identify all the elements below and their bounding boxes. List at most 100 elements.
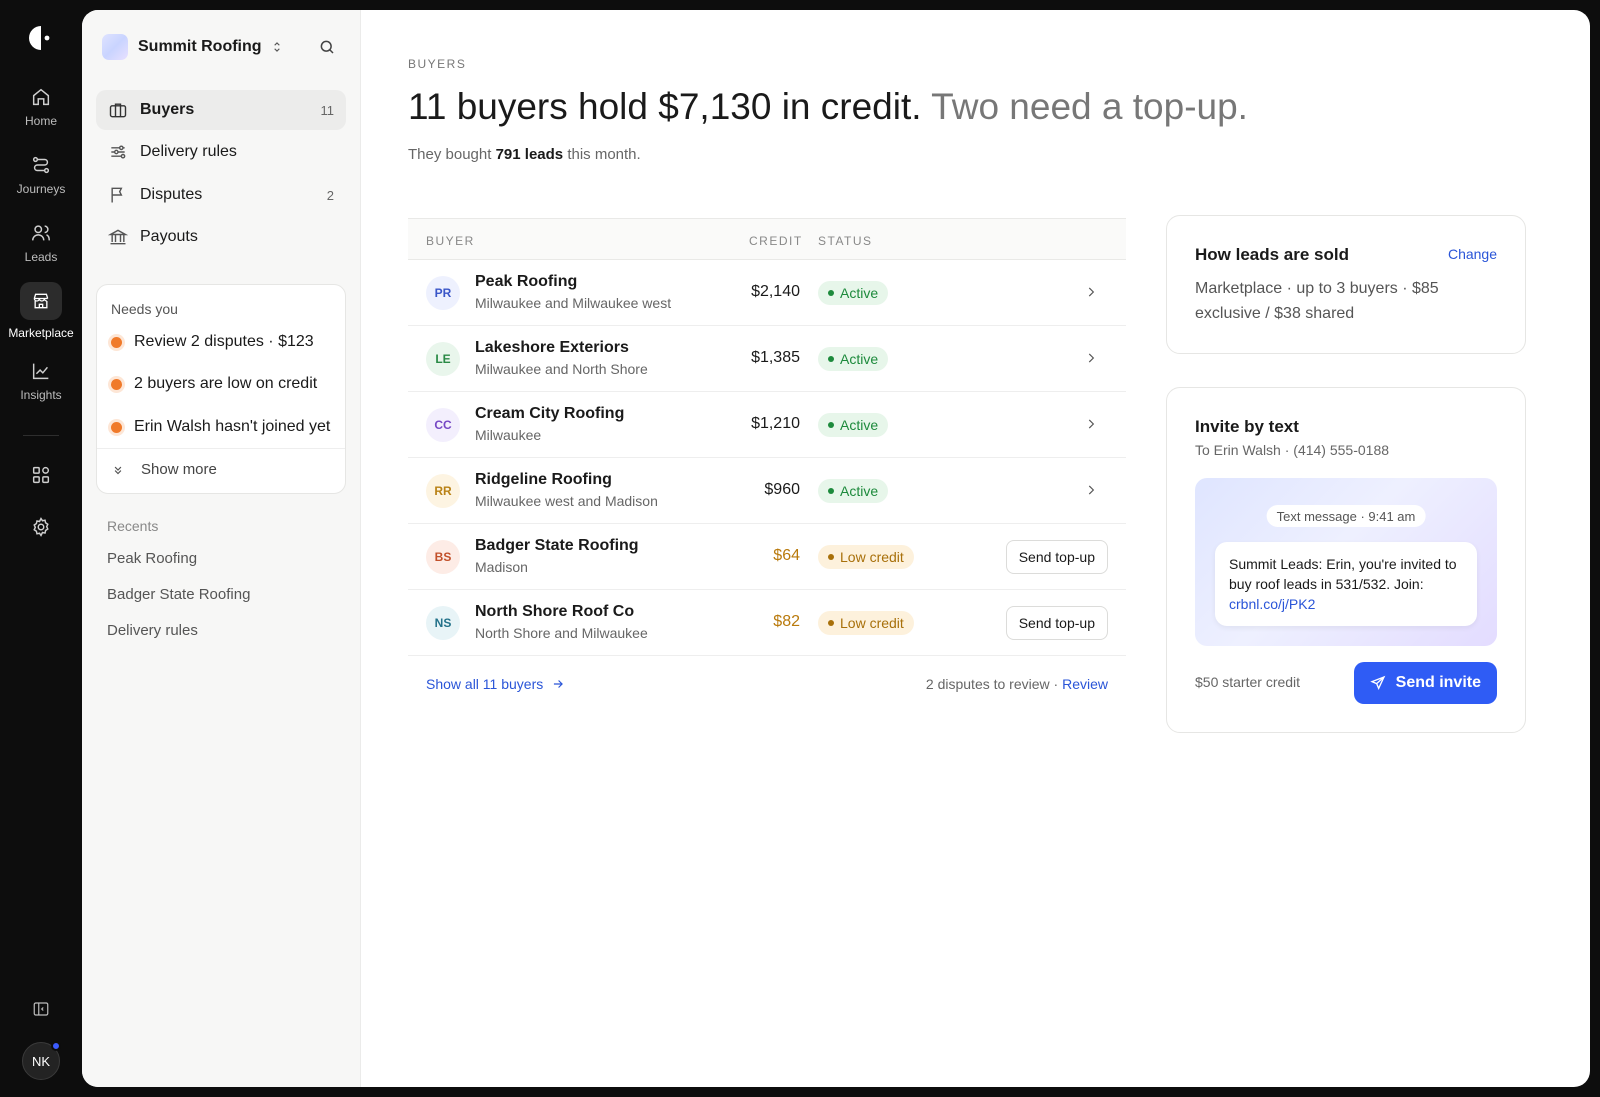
notification-dot	[51, 1041, 61, 1051]
rail-item-insights[interactable]: Insights	[0, 360, 82, 402]
sms-link[interactable]: crbnl.co/j/PK2	[1229, 594, 1463, 614]
show-all-buyers-link[interactable]: Show all 11 buyers	[426, 676, 565, 692]
buyer-credit: $2,140	[751, 283, 800, 300]
show-more-button[interactable]: Show more	[111, 461, 217, 478]
send-invite-button[interactable]: Send invite	[1353, 662, 1497, 704]
page-title: 11 buyers hold $7,130 in credit. Two nee…	[408, 86, 1248, 128]
buyer-initials: NS	[426, 606, 460, 640]
needs-item-label: Review 2 disputes · $123	[134, 333, 314, 350]
needs-item-disputes[interactable]: Review 2 disputes · $123	[111, 333, 314, 351]
gear-icon[interactable]	[30, 516, 52, 538]
nav-item-disputes[interactable]: Disputes 2	[96, 175, 346, 215]
send-topup-button[interactable]: Send top-up	[1005, 540, 1108, 574]
nav-count: 2	[326, 187, 334, 203]
arrow-right-icon	[554, 680, 564, 688]
send-icon	[1369, 675, 1385, 690]
workspace-logo	[102, 34, 128, 60]
flag-icon	[111, 187, 123, 203]
send-invite-label: Send invite	[1395, 674, 1481, 691]
needs-item-low-credit[interactable]: 2 buyers are low on credit	[111, 375, 317, 393]
apps-grid-icon[interactable]	[30, 464, 52, 486]
table-row[interactable]: PR Peak Roofing Milwaukee and Milwaukee …	[408, 260, 1126, 326]
table-row[interactable]: NS North Shore Roof Co North Shore and M…	[408, 590, 1126, 656]
buyer-initials: RR	[426, 474, 460, 508]
nav-label: Delivery rules	[140, 143, 237, 160]
chevron-right-icon[interactable]	[1084, 483, 1098, 497]
needs-you-title: Needs you	[111, 301, 178, 317]
buyer-initials: BS	[426, 540, 460, 574]
rail-item-home[interactable]: Home	[0, 86, 82, 128]
sales-mode-description: Marketplace · up to 3 buyers · $85 exclu…	[1195, 280, 1439, 322]
rail-item-leads[interactable]: Leads	[0, 222, 82, 264]
chevrons-down-icon	[114, 466, 122, 474]
table-row[interactable]: CC Cream City Roofing Milwaukee $1,210 A…	[408, 392, 1126, 458]
recent-item[interactable]: Delivery rules	[107, 622, 198, 639]
nav-label: Buyers	[140, 101, 195, 118]
recents-title: Recents	[107, 518, 159, 534]
divider	[97, 448, 345, 449]
review-disputes-link[interactable]: Review	[1062, 676, 1108, 692]
card-title: Invite by text	[1195, 417, 1299, 436]
store-icon	[20, 282, 62, 320]
headline-dim: Two need a top-up.	[931, 86, 1248, 127]
journeys-icon	[30, 154, 52, 176]
app-rail: Home Journeys Leads Marketplace Insights…	[0, 0, 82, 1097]
col-credit: CREDIT	[749, 234, 803, 248]
search-icon[interactable]	[318, 38, 336, 56]
rail-item-journeys[interactable]: Journeys	[0, 154, 82, 196]
chevron-right-icon[interactable]	[1084, 351, 1098, 365]
page-subtitle: They bought 791 leads this month.	[408, 146, 641, 163]
collapse-sidebar-icon[interactable]	[32, 1000, 50, 1018]
status-badge: Low credit	[818, 545, 914, 569]
status-badge: Low credit	[818, 611, 914, 635]
buyer-name: Peak Roofing	[475, 273, 578, 290]
disputes-text: 2 disputes to review ·	[925, 676, 1059, 692]
nav-item-buyers[interactable]: Buyers 11	[96, 90, 346, 130]
workspace-switcher[interactable]: Summit Roofing	[102, 34, 284, 60]
table-row[interactable]: RR Ridgeline Roofing Milwaukee west and …	[408, 458, 1126, 524]
status-badge: Active	[818, 347, 889, 371]
needs-you-card: Needs you Review 2 disputes · $123 2 buy…	[96, 284, 346, 494]
subtitle-prefix: They bought	[408, 146, 492, 163]
rail-label-journeys: Journeys	[16, 182, 66, 196]
nav-item-payouts[interactable]: Payouts	[96, 217, 346, 257]
app-logo-icon[interactable]	[25, 22, 57, 54]
buyer-area: Madison	[475, 559, 528, 575]
sms-body: Summit Leads: Erin, you're invited to bu…	[1229, 556, 1457, 592]
buyer-name: Badger State Roofing	[475, 537, 639, 554]
buyer-credit: $64	[773, 547, 800, 564]
sms-timestamp: Text message · 9:41 am	[1266, 505, 1426, 527]
needs-item-invite[interactable]: Erin Walsh hasn't joined yet	[111, 418, 330, 436]
table-footer: Show all 11 buyers 2 disputes to review …	[408, 656, 1126, 714]
how-leads-sold-card: How leads are sold Change Marketplace · …	[1166, 215, 1526, 354]
buyer-area: Milwaukee west and Madison	[475, 493, 658, 509]
recent-item[interactable]: Badger State Roofing	[107, 586, 250, 603]
chevron-right-icon[interactable]	[1084, 285, 1098, 299]
card-title: How leads are sold	[1195, 245, 1349, 264]
table-row[interactable]: LE Lakeshore Exteriors Milwaukee and Nor…	[408, 326, 1126, 392]
buyer-area: Milwaukee and North Shore	[475, 361, 648, 377]
briefcase-icon	[109, 103, 127, 118]
nav-item-delivery-rules[interactable]: Delivery rules	[96, 132, 346, 172]
rail-item-marketplace[interactable]: Marketplace	[0, 282, 82, 340]
change-link[interactable]: Change	[1448, 246, 1497, 262]
chevron-right-icon[interactable]	[1084, 417, 1098, 431]
status-badge: Active	[818, 479, 889, 503]
col-status: STATUS	[818, 234, 873, 248]
sms-bubble: Summit Leads: Erin, you're invited to bu…	[1215, 542, 1477, 626]
headline-main: 11 buyers hold $7,130 in credit.	[408, 86, 922, 127]
main-content: BUYERS 11 buyers hold $7,130 in credit. …	[362, 10, 1590, 1087]
rail-label-leads: Leads	[24, 250, 58, 264]
table-row[interactable]: BS Badger State Roofing Madison $64 Low …	[408, 524, 1126, 590]
show-all-label: Show all 11 buyers	[426, 676, 544, 692]
send-topup-button[interactable]: Send top-up	[1005, 606, 1108, 640]
sliders-icon	[111, 145, 126, 159]
recent-item[interactable]: Peak Roofing	[107, 550, 197, 567]
page-eyebrow: BUYERS	[408, 57, 467, 71]
buyer-credit: $1,385	[751, 349, 800, 366]
rail-label-insights: Insights	[20, 388, 62, 402]
rail-label-home: Home	[24, 114, 57, 128]
sms-preview: Text message · 9:41 am Summit Leads: Eri…	[1195, 478, 1497, 646]
buyer-area: Milwaukee	[475, 427, 542, 443]
buyer-area: North Shore and Milwaukee	[475, 625, 648, 641]
